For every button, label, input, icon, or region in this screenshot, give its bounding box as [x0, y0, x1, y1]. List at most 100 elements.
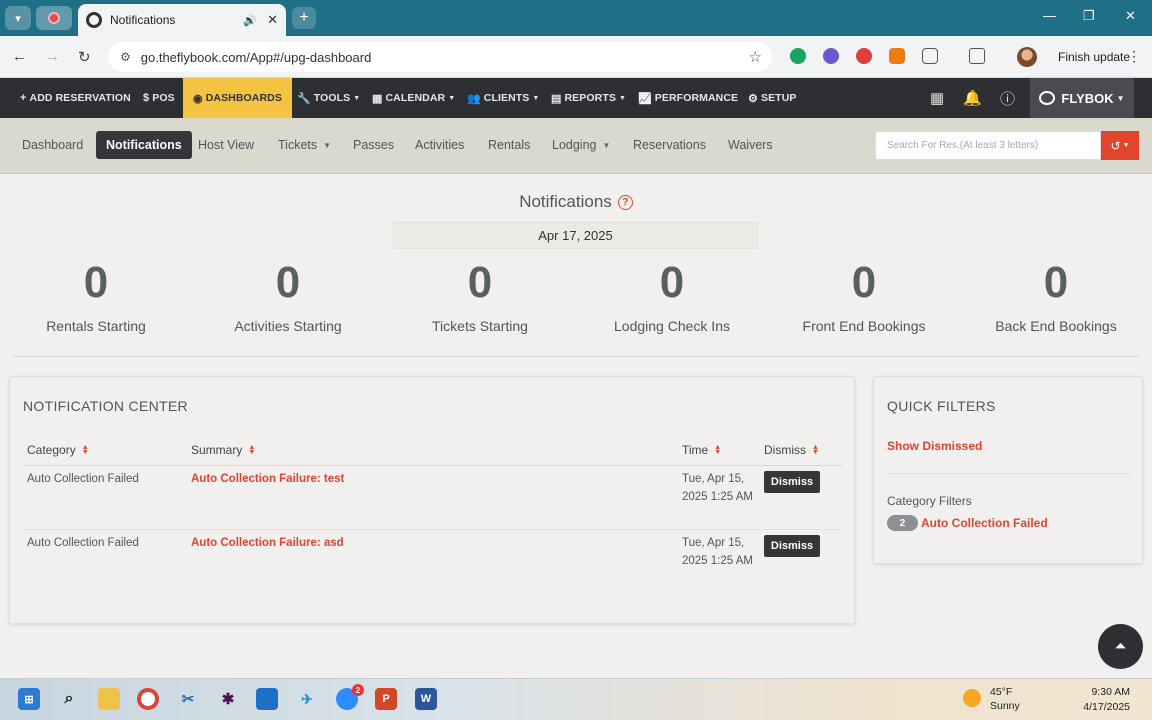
- page-title: Notifications ?: [0, 192, 1152, 212]
- system-clock[interactable]: 9:30 AM 4/17/2025: [1072, 685, 1130, 715]
- extension-icon[interactable]: [823, 48, 839, 64]
- stat-tickets-starting: 0 Tickets Starting: [384, 256, 576, 334]
- dismiss-button[interactable]: Dismiss: [764, 471, 820, 493]
- flybook-favicon-icon: [86, 12, 102, 28]
- speaker-icon[interactable]: 🔊: [243, 14, 257, 27]
- finish-update-button[interactable]: Finish update: [1058, 50, 1130, 64]
- count-badge: 2: [887, 515, 918, 531]
- brand-menu[interactable]: FLYBOK ▼: [1030, 78, 1134, 118]
- subnav-dashboard[interactable]: Dashboard: [12, 131, 93, 159]
- windows-start-icon[interactable]: ⊞: [18, 688, 40, 710]
- caret-down-icon: ▼: [1116, 93, 1125, 103]
- profile-avatar[interactable]: [1017, 47, 1037, 67]
- recording-indicator[interactable]: [36, 6, 72, 30]
- nav-tools[interactable]: 🔧 TOOLS ▼: [297, 78, 360, 118]
- reservation-search-input[interactable]: Search For Res.(At least 3 letters): [875, 131, 1101, 160]
- calendar-icon: ▦: [372, 92, 383, 105]
- category-filter-auto-collection-failed[interactable]: Auto Collection Failed: [921, 516, 1048, 530]
- search-icon[interactable]: ⌕: [58, 688, 80, 710]
- weather-widget[interactable]: 45°F Sunny: [990, 685, 1020, 713]
- back-icon[interactable]: ←: [12, 48, 27, 65]
- file-explorer-icon[interactable]: [98, 688, 120, 710]
- row-category: Auto Collection Failed: [27, 537, 139, 549]
- subnav-tickets[interactable]: Tickets ▼: [268, 131, 341, 159]
- tab-search-button[interactable]: ▾: [5, 6, 31, 30]
- more-menu-icon[interactable]: ⋮: [1127, 48, 1141, 65]
- app-nav: + ADD RESERVATION $ POS ◉ DASHBOARDS 🔧 TOOLS…: [0, 78, 1152, 118]
- browser-tab-strip: ▾ Notifications 🔊 ✕ + — ❐ ✕: [0, 0, 1152, 36]
- stat-value: 0: [1043, 258, 1069, 307]
- apps-grid-icon[interactable]: ▦: [930, 78, 944, 118]
- bell-icon[interactable]: 🔔: [963, 78, 982, 118]
- stat-label: Front End Bookings: [802, 318, 926, 334]
- row-summary-link[interactable]: Auto Collection Failure: test: [191, 473, 344, 485]
- sun-icon: [963, 689, 981, 707]
- plus-icon: +: [20, 92, 27, 104]
- close-window-icon[interactable]: ✕: [1125, 8, 1136, 24]
- notification-badge: 2: [352, 684, 364, 696]
- subnav-rentals[interactable]: Rentals: [478, 131, 540, 159]
- close-tab-icon[interactable]: ✕: [267, 12, 278, 28]
- app-icon[interactable]: [256, 688, 278, 710]
- subnav-host-view[interactable]: Host View: [188, 131, 264, 159]
- chrome-icon[interactable]: [137, 688, 159, 710]
- subnav-lodging[interactable]: Lodging ▼: [542, 131, 620, 159]
- puzzle-icon[interactable]: [922, 48, 938, 64]
- forward-icon[interactable]: →: [45, 48, 60, 65]
- grammarly-extension-icon[interactable]: [790, 48, 806, 64]
- url-text: go.theflybook.com/App#/upg-dashboard: [140, 49, 372, 65]
- nav-performance[interactable]: 📈 PERFORMANCE: [638, 78, 738, 118]
- app-icon[interactable]: ✈: [296, 688, 318, 710]
- column-header-dismiss[interactable]: Dismiss ▲ ▼: [764, 443, 819, 457]
- site-info-icon[interactable]: ⚙: [120, 50, 131, 64]
- gear-icon: ⚙: [748, 92, 758, 105]
- snipping-tool-icon[interactable]: ✂: [177, 688, 199, 710]
- stat-value: 0: [851, 258, 877, 307]
- slack-icon[interactable]: ✱: [217, 688, 239, 710]
- row-summary-link[interactable]: Auto Collection Failure: asd: [191, 537, 344, 549]
- search-history-button[interactable]: ↺ ▼: [1101, 131, 1139, 160]
- row-category: Auto Collection Failed: [27, 473, 139, 485]
- column-header-time[interactable]: Time ▲ ▼: [682, 443, 721, 457]
- date-picker[interactable]: Apr 17, 2025: [393, 222, 758, 249]
- zoom-icon[interactable]: 2: [336, 684, 364, 710]
- nav-pos[interactable]: $ POS: [143, 78, 175, 118]
- subnav-waivers[interactable]: Waivers: [718, 131, 783, 159]
- nav-add-reservation[interactable]: + ADD RESERVATION: [20, 78, 131, 118]
- browser-tab-notifications[interactable]: Notifications 🔊 ✕: [78, 4, 286, 36]
- nav-dashboards[interactable]: ◉ DASHBOARDS: [183, 78, 292, 118]
- nav-setup[interactable]: ⚙ SETUP: [748, 78, 796, 118]
- bookmark-star-icon[interactable]: ☆: [749, 48, 762, 66]
- subnav-notifications[interactable]: Notifications: [96, 131, 192, 159]
- caret-down-icon: ▼: [602, 140, 611, 150]
- url-input[interactable]: ⚙ go.theflybook.com/App#/upg-dashboard ☆: [108, 42, 772, 72]
- new-tab-button[interactable]: +: [292, 7, 316, 29]
- reload-icon[interactable]: ↻: [78, 48, 91, 66]
- column-header-category[interactable]: Category ▲ ▼: [27, 443, 89, 457]
- minimize-icon[interactable]: —: [1043, 8, 1056, 23]
- subnav-activities[interactable]: Activities: [405, 131, 474, 159]
- nav-reports[interactable]: ▤ REPORTS ▼: [551, 78, 626, 118]
- scroll-to-top-button[interactable]: ⏶: [1098, 624, 1143, 669]
- help-circle-icon[interactable]: ⓘ: [1000, 78, 1015, 118]
- dollar-icon: $: [143, 92, 150, 104]
- caret-down-icon: ▼: [323, 140, 332, 150]
- hubspot-extension-icon[interactable]: [889, 48, 905, 64]
- help-icon[interactable]: ?: [617, 194, 633, 210]
- stat-label: Activities Starting: [234, 318, 342, 334]
- restore-icon[interactable]: ❐: [1083, 8, 1095, 24]
- caret-down-icon: ▼: [618, 94, 626, 102]
- subnav-reservations[interactable]: Reservations: [623, 131, 716, 159]
- subnav-passes[interactable]: Passes: [343, 131, 404, 159]
- nav-clients[interactable]: 👥 CLIENTS ▼: [467, 78, 539, 118]
- tab-title: Notifications: [110, 13, 176, 27]
- category-filters-label: Category Filters: [887, 494, 972, 508]
- powerpoint-icon[interactable]: P: [375, 688, 397, 710]
- column-header-summary[interactable]: Summary ▲ ▼: [191, 443, 255, 457]
- word-icon[interactable]: W: [415, 688, 437, 710]
- dismiss-button[interactable]: Dismiss: [764, 535, 820, 557]
- incognito-icon[interactable]: [969, 48, 985, 64]
- show-dismissed-link[interactable]: Show Dismissed: [887, 439, 982, 453]
- extension-icon[interactable]: [856, 48, 872, 64]
- nav-calendar[interactable]: ▦ CALENDAR ▼: [372, 78, 455, 118]
